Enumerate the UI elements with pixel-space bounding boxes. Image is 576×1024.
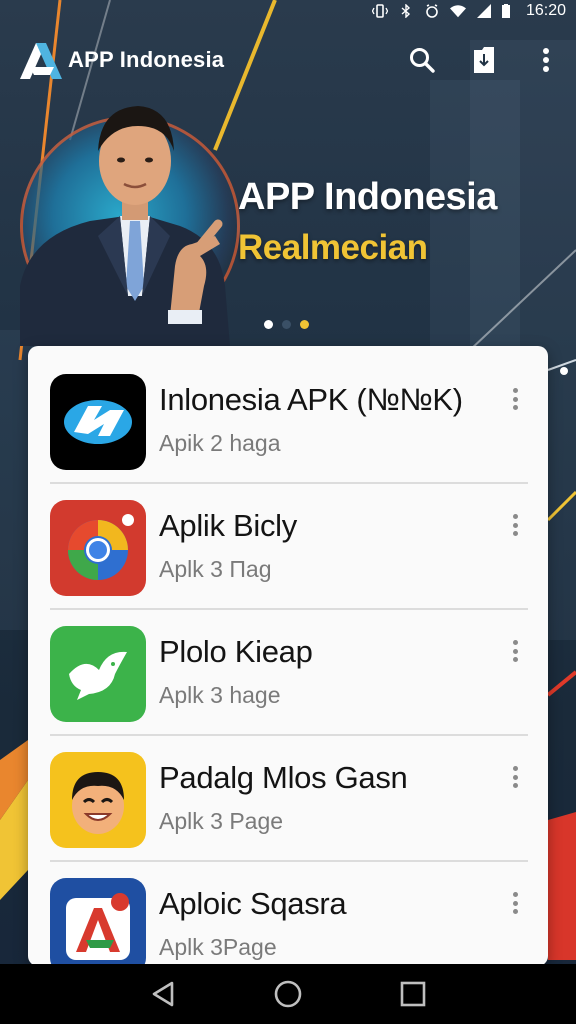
more-vert-icon[interactable] xyxy=(508,890,522,916)
presenter-image xyxy=(20,96,250,346)
app-title: APP Indonesia xyxy=(68,47,225,72)
more-vert-icon[interactable] xyxy=(508,638,522,664)
bluetooth-icon xyxy=(398,4,414,18)
more-vert-icon[interactable] xyxy=(508,512,522,538)
app-bar-actions xyxy=(408,46,560,74)
smiley-face-icon xyxy=(50,752,146,848)
app-meta: Aplk 3Page xyxy=(159,934,277,960)
carousel-dot-1[interactable] xyxy=(264,320,273,329)
app-logo-icon xyxy=(16,39,64,81)
back-icon[interactable] xyxy=(146,977,180,1011)
hero-banner[interactable]: APP Indonesia Realmecian xyxy=(0,96,576,346)
dove-icon xyxy=(50,626,146,722)
alarm-icon xyxy=(424,4,440,18)
system-nav-bar xyxy=(0,964,576,1024)
status-bar: 16:20 xyxy=(0,0,576,22)
hero-subtitle: Realmecian xyxy=(238,228,428,267)
fingerprint-logo-icon xyxy=(50,374,146,470)
app-name: Aploic Sqasra xyxy=(159,886,347,921)
app-meta: Aplk 3 Page xyxy=(159,808,284,834)
divider xyxy=(50,608,528,610)
divider xyxy=(50,860,528,862)
signal-icon xyxy=(476,4,492,18)
recents-icon[interactable] xyxy=(396,977,430,1011)
carousel-indicator xyxy=(264,320,309,329)
more-vert-icon[interactable] xyxy=(532,46,560,74)
app-meta: Aplk 3 hage xyxy=(159,682,281,708)
app-name: Padalg Mlos Gasn xyxy=(159,760,408,795)
more-vert-icon[interactable] xyxy=(508,764,522,790)
list-item[interactable]: Aploic Sqasra Aplk 3Page xyxy=(28,872,548,966)
app-name: Plolo Kieap xyxy=(159,634,313,669)
status-time: 16:20 xyxy=(525,2,566,19)
list-item[interactable]: Plolo Kieap Aplk 3 hage xyxy=(28,620,548,746)
divider xyxy=(50,482,528,484)
app-list-card: Inlonesia APK (№№K) Apik 2 haga Aplik Bi… xyxy=(28,346,548,966)
more-vert-icon[interactable] xyxy=(508,386,522,412)
hero-title: APP Indonesia xyxy=(238,176,497,218)
list-item[interactable]: Padalg Mlos Gasn Aplk 3 Page xyxy=(28,746,548,872)
wifi-icon xyxy=(449,4,466,18)
letter-a-logo-icon xyxy=(50,878,146,966)
list-item[interactable]: Inlonesia APK (№№K) Apik 2 haga xyxy=(28,368,548,494)
app-bar: APP Indonesia xyxy=(0,24,576,96)
app-name: Aplik Bicly xyxy=(159,508,297,543)
carousel-dot-3[interactable] xyxy=(300,320,309,329)
download-icon[interactable] xyxy=(470,46,498,74)
vibrate-icon xyxy=(371,4,388,18)
list-item[interactable]: Aplik Bicly Aplk 3 Πag xyxy=(28,494,548,620)
app-meta: Aplk 3 Πag xyxy=(159,556,272,582)
divider xyxy=(50,734,528,736)
home-icon[interactable] xyxy=(271,977,305,1011)
app-meta: Apik 2 haga xyxy=(159,430,281,456)
search-icon[interactable] xyxy=(408,46,436,74)
app-name: Inlonesia APK (№№K) xyxy=(159,382,463,417)
carousel-dot-2[interactable] xyxy=(282,320,291,329)
browser-logo-icon xyxy=(50,500,146,596)
battery-icon xyxy=(501,4,510,18)
